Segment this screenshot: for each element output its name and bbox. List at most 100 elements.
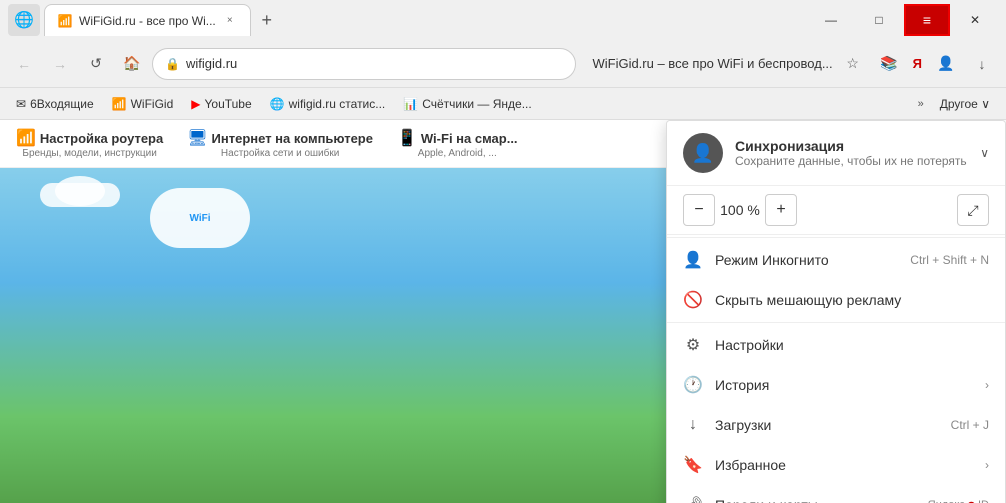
page-title-nav: WiFiGid.ru – все про WiFi и беспровод...	[592, 56, 832, 71]
bookmark-wifigid-stat[interactable]: 🌐 wifigid.ru статис...	[262, 95, 394, 113]
more-bookmarks-button[interactable]: »	[912, 96, 930, 112]
account-button[interactable]: 👤	[930, 48, 962, 80]
nav-right-icons: ☆ 📚 Я 👤 ↓	[837, 48, 998, 80]
menu-item-hide-ads[interactable]: 🚫 Скрыть мешающую рекламу	[667, 280, 1005, 320]
home-button[interactable]: 🏠	[116, 48, 148, 80]
passwords-label: Пароли и карты	[715, 497, 916, 503]
cloud-1b	[55, 176, 105, 206]
zoom-in-button[interactable]: +	[765, 194, 797, 226]
passwords-icon: 🗝	[683, 495, 703, 503]
bookmark-inbox[interactable]: ✉ 6Входящие	[8, 95, 102, 113]
bookmark-youtube-label: YouTube	[205, 97, 252, 111]
nav-internet-setup[interactable]: 🖥 Интернет на компьютере Настройка сети …	[187, 128, 373, 159]
menu-item-settings[interactable]: ⚙ Настройки	[667, 325, 1005, 365]
address-bar[interactable]: 🔒 wifigid.ru	[152, 48, 576, 80]
other-label: Другое	[940, 97, 978, 111]
nav-internet-title: Интернет на компьютере	[212, 131, 373, 146]
bookmark-youtube[interactable]: ▶ YouTube	[183, 95, 259, 113]
history-icon: 🕐	[683, 375, 703, 395]
lock-icon: 🔒	[165, 57, 180, 71]
menu-item-bookmarks[interactable]: 🔖 Избранное ›	[667, 445, 1005, 485]
hide-ads-icon: 🚫	[683, 290, 703, 310]
active-tab[interactable]: 📶 WiFiGid.ru - все про Wi... ×	[44, 4, 251, 36]
refresh-button[interactable]: ↺	[80, 48, 112, 80]
menu-item-passwords[interactable]: 🗝 Пароли и карты Яндекс ⊙ ID	[667, 485, 1005, 503]
avatar: 👤	[683, 133, 723, 173]
title-bar: 🌐 📶 WiFiGid.ru - все про Wi... × + — □ ≡…	[0, 0, 1006, 40]
tab-favicon: 📶	[57, 13, 73, 29]
nav-wifi-mobile[interactable]: 📱 Wi-Fi на смар... Apple, Android, ...	[397, 128, 518, 159]
bookmark-counters-label: Счётчики — Янде...	[422, 97, 532, 111]
nav-router-setup[interactable]: 📶 Настройка роутера Бренды, модели, инст…	[16, 128, 163, 159]
dropdown-menu: 👤 Синхронизация Сохраните данные, чтобы …	[666, 120, 1006, 503]
wifi-nav-icon: 📶	[16, 128, 36, 148]
bookmark-wifigid-label: WiFiGid	[131, 97, 174, 111]
hamburger-menu-button[interactable]: ≡	[904, 4, 950, 36]
nav-router-sub: Бренды, модели, инструкции	[22, 148, 156, 159]
settings-icon: ⚙	[683, 335, 703, 355]
yandex-id-badge: Яндекс ⊙ ID	[928, 499, 989, 503]
window-controls: — □ ≡ ✕	[808, 4, 998, 36]
bookmarks-menu-icon: 🔖	[683, 455, 703, 475]
collections-button[interactable]: 📚	[873, 48, 905, 80]
more-chevron-icon: »	[918, 98, 924, 110]
nav-router-title: Настройка роутера	[40, 131, 163, 146]
bookmarks-label: Избранное	[715, 457, 973, 473]
fullscreen-button[interactable]: ⤢	[957, 194, 989, 226]
menu-item-history[interactable]: 🕐 История ›	[667, 365, 1005, 405]
close-button[interactable]: ✕	[952, 4, 998, 36]
incognito-label: Режим Инкогнито	[715, 252, 898, 268]
inbox-icon: ✉	[16, 97, 26, 111]
other-bookmarks-button[interactable]: Другое ∨	[932, 95, 998, 113]
zoom-out-button[interactable]: −	[683, 194, 715, 226]
bookmark-wifigid[interactable]: 📶 WiFiGid	[104, 95, 182, 113]
nav-bar: ← → ↺ 🏠 🔒 wifigid.ru WiFiGid.ru – все пр…	[0, 40, 1006, 88]
zoom-control: − 100 % + ⤢	[667, 186, 1005, 235]
bookmarks-arrow: ›	[985, 458, 989, 472]
sync-expand-arrow[interactable]: ∨	[980, 146, 989, 160]
nav-mobile-sub: Apple, Android, ...	[418, 148, 497, 159]
url-text: wifigid.ru	[186, 56, 564, 71]
cloud-logo: WiFi	[150, 188, 250, 248]
menu-item-incognito[interactable]: 👤 Режим Инкогнито Ctrl + Shift + N	[667, 240, 1005, 280]
bookmark-counters[interactable]: 📊 Счётчики — Янде...	[395, 95, 539, 113]
bookmark-star-button[interactable]: ☆	[837, 48, 869, 80]
logo-text: WiFi	[189, 213, 210, 224]
zoom-value: 100 %	[715, 202, 765, 218]
phone-nav-icon: 📱	[397, 128, 417, 148]
hide-ads-label: Скрыть мешающую рекламу	[715, 292, 989, 308]
chart-icon: 📊	[403, 97, 418, 111]
sync-subtitle: Сохраните данные, чтобы их не потерять	[735, 154, 968, 168]
yandex-text: Яндекс	[928, 499, 965, 503]
avatar-icon: 👤	[692, 143, 714, 164]
minimize-button[interactable]: —	[808, 4, 854, 36]
yandex-id-text: ⊙	[967, 499, 976, 503]
incognito-shortcut: Ctrl + Shift + N	[910, 253, 989, 267]
tab-title: WiFiGid.ru - все про Wi...	[79, 14, 216, 28]
history-arrow: ›	[985, 378, 989, 392]
back-button[interactable]: ←	[8, 48, 40, 80]
incognito-icon: 👤	[683, 250, 703, 270]
bookmarks-bar: ✉ 6Входящие 📶 WiFiGid ▶ YouTube 🌐 wifigi…	[0, 88, 1006, 120]
tab-close-button[interactable]: ×	[222, 13, 238, 29]
sync-title: Синхронизация	[735, 138, 968, 154]
browser-frame: 🌐 📶 WiFiGid.ru - все про Wi... × + — □ ≡…	[0, 0, 1006, 503]
yandex-logo: Я	[913, 56, 922, 71]
nav-mobile-title: Wi-Fi на смар...	[421, 131, 518, 146]
wifi-favicon-icon: 📶	[112, 97, 127, 111]
settings-label: Настройки	[715, 337, 989, 353]
menu-divider-1	[667, 237, 1005, 238]
menu-item-downloads[interactable]: ↓ Загрузки Ctrl + J	[667, 405, 1005, 445]
pc-nav-icon: 🖥	[187, 128, 207, 148]
id-text: ID	[978, 499, 989, 503]
browser-icon: 🌐	[8, 4, 40, 36]
sync-info: Синхронизация Сохраните данные, чтобы их…	[735, 138, 968, 168]
maximize-button[interactable]: □	[856, 4, 902, 36]
new-tab-button[interactable]: +	[253, 6, 281, 34]
forward-button[interactable]: →	[44, 48, 76, 80]
tab-bar: 📶 WiFiGid.ru - все про Wi... × +	[44, 4, 804, 36]
downloads-label: Загрузки	[715, 417, 939, 433]
globe-icon: 🌐	[270, 97, 285, 111]
youtube-icon: ▶	[191, 97, 200, 111]
downloads-button[interactable]: ↓	[966, 48, 998, 80]
